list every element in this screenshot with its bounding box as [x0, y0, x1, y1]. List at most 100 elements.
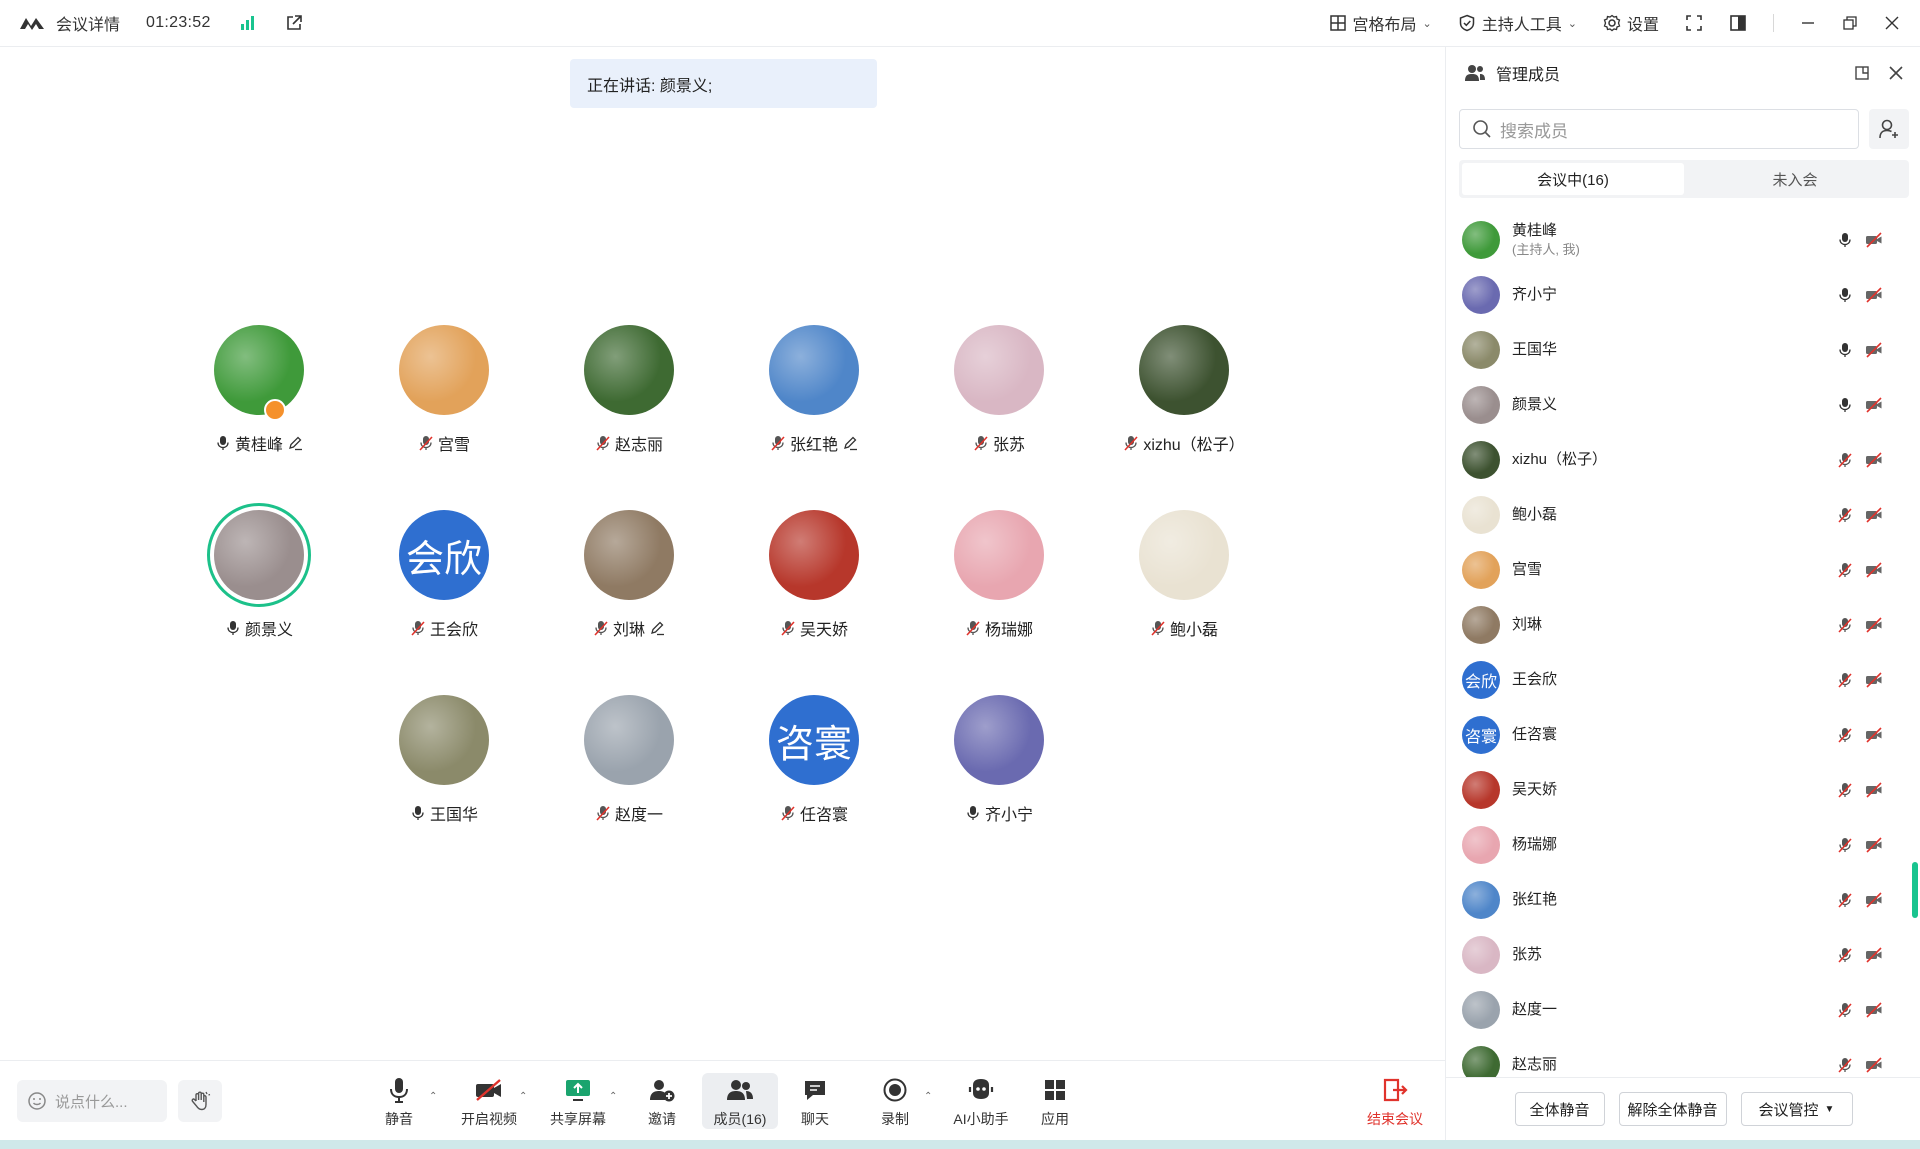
member-row[interactable]: 赵度一	[1446, 982, 1920, 1037]
end-meeting-button[interactable]: 结束会议	[1355, 1075, 1435, 1129]
settings-button[interactable]: 设置	[1603, 11, 1659, 35]
member-status-icons[interactable]	[1837, 671, 1883, 688]
raise-hand-button[interactable]	[178, 1080, 222, 1122]
emoji-icon[interactable]	[27, 1091, 47, 1111]
member-list-scrollbar[interactable]	[1912, 862, 1918, 918]
participant-name-row: 齐小宁	[914, 801, 1084, 825]
member-row[interactable]: 王国华	[1446, 322, 1920, 377]
restore-icon[interactable]	[1842, 15, 1858, 31]
members-button[interactable]: 成员(16)	[702, 1073, 778, 1129]
edit-icon[interactable]	[287, 435, 303, 451]
pop-out-icon[interactable]	[1854, 65, 1870, 81]
participant-tile[interactable]: 张红艳	[729, 325, 899, 455]
member-row[interactable]: 吴天娇	[1446, 762, 1920, 817]
participant-tile[interactable]: 赵志丽	[544, 325, 714, 455]
minimize-icon[interactable]	[1800, 15, 1816, 31]
participant-tile[interactable]: 吴天娇	[729, 510, 899, 640]
member-status-icons[interactable]	[1837, 1001, 1883, 1018]
tab-in-meeting[interactable]: 会议中(16)	[1462, 163, 1684, 195]
ai-assistant-button[interactable]: AI小助手	[942, 1075, 1020, 1129]
participant-name: 齐小宁	[984, 807, 1033, 824]
member-row[interactable]: 刘琳	[1446, 597, 1920, 652]
member-search-input[interactable]: 搜索成员	[1459, 109, 1859, 149]
member-status-icons[interactable]	[1837, 286, 1883, 303]
member-row[interactable]: 宫雪	[1446, 542, 1920, 597]
fullscreen-icon[interactable]	[1685, 14, 1703, 32]
member-status-icons[interactable]	[1837, 616, 1883, 633]
participant-tile[interactable]: 鲍小磊	[1099, 510, 1269, 640]
participant-tile[interactable]: 王国华	[359, 695, 529, 825]
member-row[interactable]: 鲍小磊	[1446, 487, 1920, 542]
edit-icon[interactable]	[649, 620, 665, 636]
member-row[interactable]: 杨瑞娜	[1446, 817, 1920, 872]
apps-button[interactable]: 应用	[1020, 1075, 1090, 1129]
chat-button[interactable]: 聊天	[780, 1075, 850, 1129]
member-row[interactable]: 张苏	[1446, 927, 1920, 982]
member-row[interactable]: 张红艳	[1446, 872, 1920, 927]
add-member-button[interactable]	[1869, 109, 1909, 149]
member-status-icons[interactable]	[1837, 781, 1883, 798]
participant-name: 任咨寰	[799, 807, 848, 824]
member-status-icons[interactable]	[1837, 506, 1883, 523]
close-icon[interactable]	[1888, 65, 1904, 81]
member-row[interactable]: 咨寰 任咨寰	[1446, 707, 1920, 762]
member-row[interactable]: 会欣 王会欣	[1446, 652, 1920, 707]
member-status-icons[interactable]	[1837, 561, 1883, 578]
participant-tile[interactable]: 会欣 王会欣	[359, 510, 529, 640]
invite-button[interactable]: 邀请	[627, 1075, 697, 1129]
share-screen-icon	[566, 1080, 590, 1101]
sidebar-toggle-icon[interactable]	[1729, 14, 1747, 32]
edit-icon[interactable]	[842, 435, 858, 451]
member-row[interactable]: 颜景义	[1446, 377, 1920, 432]
participant-tile[interactable]: 齐小宁	[914, 695, 1084, 825]
mute-all-button[interactable]: 全体静音	[1514, 1092, 1605, 1126]
member-status-icons[interactable]	[1837, 396, 1883, 413]
microphone-muted-icon	[1838, 1057, 1852, 1073]
member-status-icons[interactable]	[1837, 341, 1883, 358]
participant-tile[interactable]: 颜景义	[174, 503, 344, 640]
video-button[interactable]: 开启视频	[454, 1075, 524, 1129]
participant-name-row: 吴天娇	[729, 616, 899, 640]
participant-tile[interactable]: 宫雪	[359, 325, 529, 455]
participant-tile[interactable]: 咨寰 任咨寰	[729, 695, 899, 825]
mute-button[interactable]: 静音	[364, 1075, 434, 1129]
mute-options-caret[interactable]: ⌃	[429, 1091, 437, 1102]
video-options-caret[interactable]: ⌃	[519, 1091, 527, 1102]
camera-off-icon	[1866, 781, 1882, 798]
record-button[interactable]: 录制	[860, 1075, 930, 1129]
participant-tile[interactable]: 赵度一	[544, 695, 714, 825]
record-options-caret[interactable]: ⌃	[924, 1091, 932, 1102]
tab-not-joined[interactable]: 未入会	[1684, 163, 1906, 195]
share-options-caret[interactable]: ⌃	[609, 1091, 617, 1102]
avatar	[207, 503, 311, 607]
unmute-all-button[interactable]: 解除全体静音	[1618, 1092, 1727, 1126]
member-row[interactable]: 赵志丽	[1446, 1037, 1920, 1077]
member-status-icons[interactable]	[1837, 1056, 1883, 1073]
member-status-icons[interactable]	[1837, 891, 1883, 908]
member-status-icons[interactable]	[1837, 726, 1883, 743]
member-row[interactable]: 黄桂峰 (主持人, 我)	[1446, 212, 1920, 267]
microphone-muted-icon	[1838, 1002, 1852, 1018]
participant-tile[interactable]: 刘琳	[544, 510, 714, 640]
host-tools-dropdown[interactable]: 主持人工具 ⌄	[1458, 11, 1577, 35]
member-status-icons[interactable]	[1837, 451, 1883, 468]
member-status-icons[interactable]	[1837, 946, 1883, 963]
member-status-icons[interactable]	[1837, 836, 1883, 853]
member-name: 王国华	[1512, 341, 1558, 358]
share-screen-button[interactable]: 共享屏幕	[543, 1075, 613, 1129]
meeting-control-dropdown[interactable]: 会议管控 ▼	[1740, 1092, 1853, 1126]
participant-tile[interactable]: 黄桂峰	[174, 325, 344, 455]
member-name: 鲍小磊	[1512, 506, 1558, 523]
participant-name-row: 黄桂峰	[174, 431, 344, 455]
avatar-image	[1139, 510, 1229, 600]
member-status-icons[interactable]	[1837, 231, 1883, 248]
quick-chat-input[interactable]: 说点什么...	[17, 1080, 167, 1122]
close-icon[interactable]	[1884, 15, 1900, 31]
participant-tile[interactable]: xizhu（松子）	[1099, 325, 1269, 455]
member-row[interactable]: xizhu（松子）	[1446, 432, 1920, 487]
participant-tile[interactable]: 杨瑞娜	[914, 510, 1084, 640]
participant-name-row: 赵志丽	[544, 431, 714, 455]
participant-tile[interactable]: 张苏	[914, 325, 1084, 455]
member-row[interactable]: 齐小宁	[1446, 267, 1920, 322]
member-name: 吴天娇	[1512, 781, 1558, 798]
